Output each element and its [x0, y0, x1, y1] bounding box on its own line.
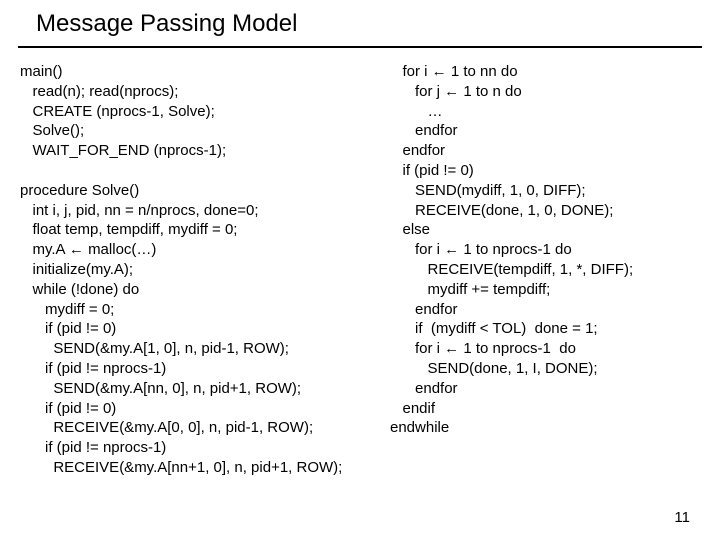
- code-left-column: main() read(n); read(nprocs); CREATE (np…: [20, 62, 342, 478]
- code-content: main() read(n); read(nprocs); CREATE (np…: [0, 48, 720, 121]
- code-right-column: for i ← 1 to nn do for j ← 1 to n do … e…: [390, 62, 633, 438]
- slide-title: Message Passing Model: [0, 0, 720, 46]
- page-number: 11: [674, 509, 690, 526]
